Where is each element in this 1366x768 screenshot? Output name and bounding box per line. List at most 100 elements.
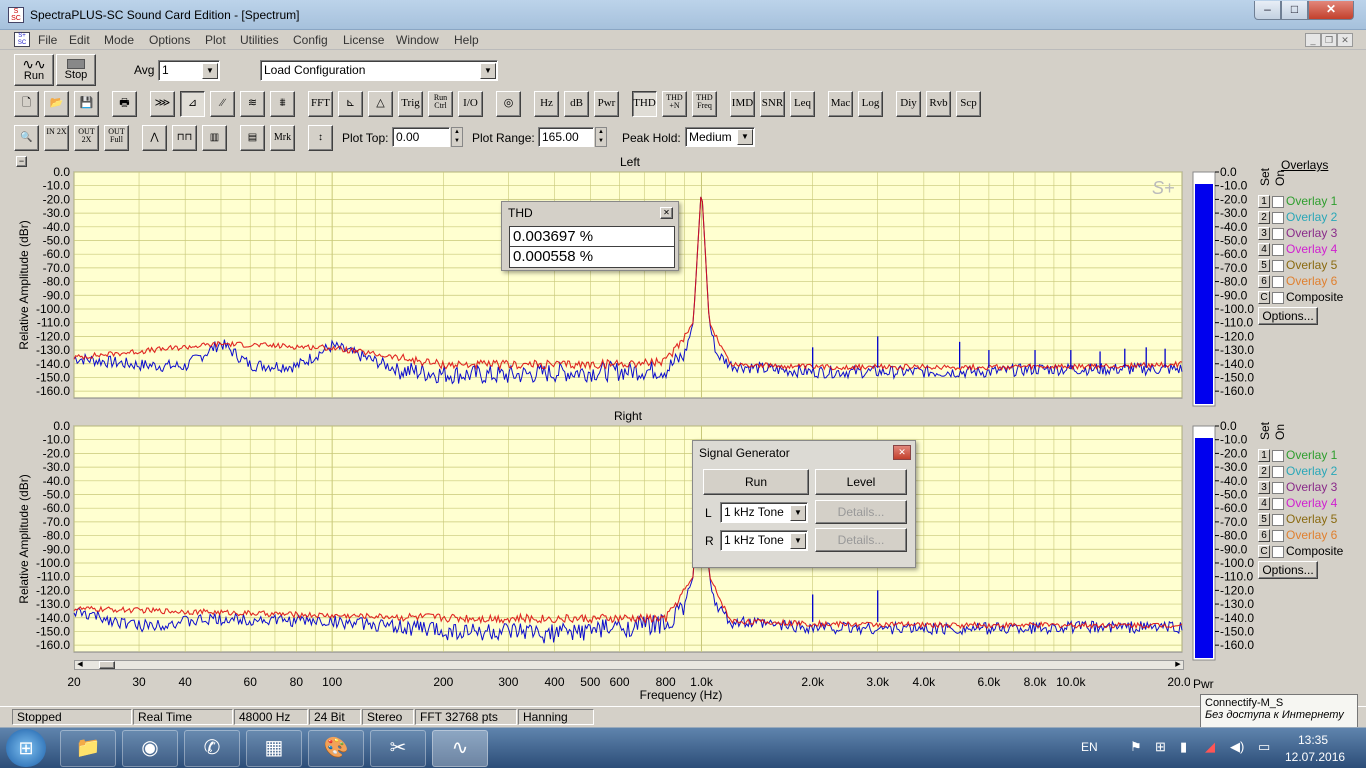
imd-button[interactable]: IMD (730, 91, 755, 117)
windows-icon[interactable]: ⊞ (1155, 739, 1166, 755)
overlay-set-button[interactable]: 1 (1258, 449, 1270, 463)
rvb-button[interactable]: Rvb (926, 91, 951, 117)
calculator-icon[interactable]: ▦ (246, 730, 302, 767)
left-details-button[interactable]: Details... (815, 500, 907, 524)
overlay-set-button[interactable]: C (1258, 291, 1270, 305)
overlay-options-button[interactable]: Options... (1258, 307, 1318, 325)
bars-icon[interactable]: ▥ (202, 125, 227, 151)
trig-button[interactable]: Trig (398, 91, 423, 117)
open-folder-icon[interactable]: 📂 (44, 91, 69, 117)
start-button[interactable]: ⊞ (6, 729, 46, 767)
network-icon[interactable]: ◢ (1205, 739, 1215, 755)
thd-window[interactable]: THD ✕ 0.003697 % 0.000558 % (501, 201, 679, 271)
app-icon[interactable]: S SC (8, 7, 24, 23)
menu-utilities[interactable]: Utilities (240, 33, 279, 47)
volume-icon[interactable]: ◀) (1230, 739, 1244, 755)
overlay-set-button[interactable]: 3 (1258, 481, 1270, 495)
snipping-tool-icon[interactable]: ✂ (370, 730, 426, 767)
menu-options[interactable]: Options (149, 33, 190, 47)
overlay-checkbox[interactable] (1272, 513, 1284, 526)
overlay-checkbox[interactable] (1272, 481, 1284, 494)
overlay-set-button[interactable]: 2 (1258, 211, 1270, 225)
mdi-close-button[interactable]: ✕ (1337, 33, 1353, 47)
zoom-full-button[interactable]: OUT Full (104, 125, 129, 151)
snr-button[interactable]: SNR (760, 91, 785, 117)
close-icon[interactable]: ✕ (893, 445, 911, 460)
3d-surface-icon[interactable]: ⩩ (270, 91, 295, 117)
overlay-checkbox[interactable] (1272, 195, 1284, 208)
minimize-button[interactable]: – (1254, 1, 1281, 20)
peak-icon[interactable]: ⋀ (142, 125, 167, 151)
overlay-checkbox[interactable] (1272, 243, 1284, 256)
menu-config[interactable]: Config (293, 33, 328, 47)
paint-icon[interactable]: 🎨 (308, 730, 364, 767)
scrollbar-thumb[interactable] (99, 661, 115, 669)
zoom-icon[interactable]: 🔍 (14, 125, 39, 151)
overlay-checkbox[interactable] (1272, 545, 1284, 558)
mdi-restore-button[interactable]: ❐ (1321, 33, 1337, 47)
menu-license[interactable]: License (343, 33, 384, 47)
menu-help[interactable]: Help (454, 33, 479, 47)
clock-date[interactable]: 12.07.2016 (1285, 750, 1345, 764)
fft-button[interactable]: FFT (308, 91, 333, 117)
plot-range-spinner[interactable]: ▲ ▼ (595, 127, 607, 147)
battery-icon[interactable]: ▮ (1180, 739, 1187, 755)
overlay-set-button[interactable]: C (1258, 545, 1270, 559)
chevron-down-icon[interactable]: ▼ (480, 63, 496, 79)
print-icon[interactable]: 🖶 (112, 91, 137, 117)
spectraplus-icon[interactable]: ∿ (432, 730, 488, 767)
overlay-checkbox[interactable] (1272, 497, 1284, 510)
overlay-set-button[interactable]: 6 (1258, 529, 1270, 543)
overlay-set-button[interactable]: 4 (1258, 497, 1270, 511)
siggen-run-button[interactable]: Run (703, 469, 809, 495)
overlay-checkbox[interactable] (1272, 529, 1284, 542)
right-details-button[interactable]: Details... (815, 528, 907, 552)
run-ctrl-button[interactable]: Run Ctrl (428, 91, 453, 117)
time-series-icon[interactable]: ⋙ (150, 91, 175, 117)
title-bar[interactable]: S SC SpectraPLUS-SC Sound Card Edition - … (0, 0, 1366, 30)
save-icon[interactable]: 💾 (74, 91, 99, 117)
menu-mode[interactable]: Mode (104, 33, 134, 47)
horizontal-scrollbar[interactable]: ◀ ▶ (74, 660, 1184, 670)
left-tone-select[interactable]: 1 kHz Tone ▼ (720, 502, 808, 523)
io-button[interactable]: I/O (458, 91, 483, 117)
marker-button[interactable]: Mrk (270, 125, 295, 151)
close-icon[interactable]: ✕ (660, 207, 673, 219)
chevron-down-icon[interactable]: ▼ (790, 505, 806, 521)
menu-plot[interactable]: Plot (205, 33, 226, 47)
overlay-set-button[interactable]: 5 (1258, 259, 1270, 273)
log-button[interactable]: Log (858, 91, 883, 117)
signal-generator-icon[interactable]: ◎ (496, 91, 521, 117)
autoscale-icon[interactable]: ↕ (308, 125, 333, 151)
firefox-icon[interactable]: ◉ (122, 730, 178, 767)
menu-edit[interactable]: Edit (69, 33, 90, 47)
zoom-in-2x-button[interactable]: IN 2X (44, 125, 69, 151)
pwr-button[interactable]: Pwr (594, 91, 619, 117)
plot-range-input[interactable]: 165.00 (538, 127, 594, 147)
chevron-down-icon[interactable]: ▼ (790, 533, 806, 549)
mdi-minimize-button[interactable]: _ (1305, 33, 1321, 47)
language-indicator[interactable]: EN (1081, 740, 1098, 754)
hz-button[interactable]: Hz (534, 91, 559, 117)
zoom-out-2x-button[interactable]: OUT 2X (74, 125, 99, 151)
overlay-options-button[interactable]: Options... (1258, 561, 1318, 579)
diy-button[interactable]: Diy (896, 91, 921, 117)
stop-button[interactable]: Stop (56, 54, 96, 86)
db-button[interactable]: dB (564, 91, 589, 117)
right-tone-select[interactable]: 1 kHz Tone ▼ (720, 530, 808, 551)
scale-icon[interactable]: ⊾ (338, 91, 363, 117)
siggen-level-button[interactable]: Level (815, 469, 907, 495)
overlay-checkbox[interactable] (1272, 465, 1284, 478)
document-icon[interactable]: S+ SC (14, 32, 30, 47)
overlay-set-button[interactable]: 5 (1258, 513, 1270, 527)
overlay-checkbox[interactable] (1272, 211, 1284, 224)
signal-generator-window[interactable]: Signal Generator ✕ Run Level L 1 kHz Ton… (692, 440, 916, 568)
phase-icon[interactable]: ∕∕ (210, 91, 235, 117)
flag-icon[interactable]: ⚑ (1130, 739, 1142, 755)
maximize-button[interactable]: □ (1281, 1, 1308, 20)
run-button[interactable]: ∿∿ Run (14, 54, 54, 86)
leq-button[interactable]: Leq (790, 91, 815, 117)
scroll-left-icon[interactable]: ◀ (75, 661, 85, 669)
menu-window[interactable]: Window (396, 33, 439, 47)
chevron-down-icon[interactable]: ▼ (202, 63, 218, 79)
